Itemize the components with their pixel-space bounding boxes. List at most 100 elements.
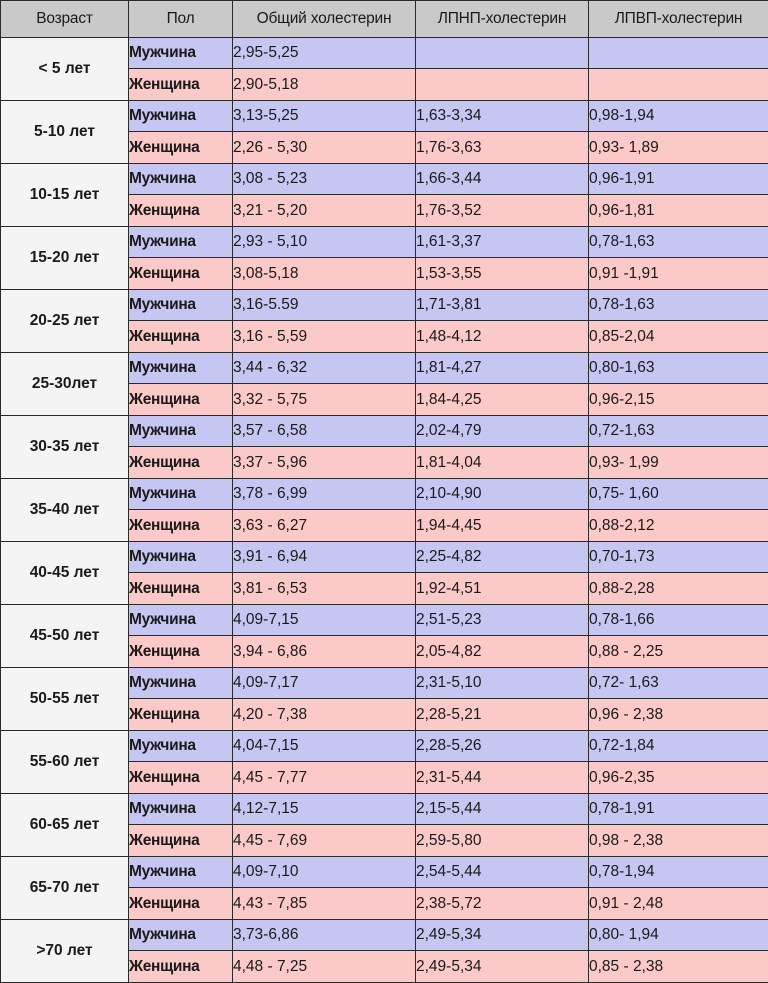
gender-cell-female: Женщина [129, 510, 233, 542]
age-group-cell: 45-50 лет [1, 605, 129, 668]
gender-cell-female: Женщина [129, 258, 233, 290]
total-cholesterol-value: 2,95-5,25 [233, 38, 416, 69]
ldl-cholesterol-value: 2,05-4,82 [416, 636, 589, 668]
total-cholesterol-value: 3,32 - 5,75 [233, 384, 416, 416]
hdl-cholesterol-value: 0,80- 1,94 [589, 920, 768, 951]
hdl-cholesterol-value: 0,72- 1,63 [589, 668, 768, 699]
ldl-cholesterol-value: 2,59-5,80 [416, 825, 589, 857]
hdl-cholesterol-value: 0,78-1,63 [589, 227, 768, 258]
total-cholesterol-value: 4,09-7,17 [233, 668, 416, 699]
total-cholesterol-value: 4,04-7,15 [233, 731, 416, 762]
age-group-cell: 55-60 лет [1, 731, 129, 794]
column-header-total-cholesterol: Общий холестерин [233, 1, 416, 38]
gender-cell-female: Женщина [129, 762, 233, 794]
total-cholesterol-value: 3,81 - 6,53 [233, 573, 416, 605]
hdl-cholesterol-value: 0,96-1,91 [589, 164, 768, 195]
hdl-cholesterol-value: 0,72-1,84 [589, 731, 768, 762]
total-cholesterol-value: 3,91 - 6,94 [233, 542, 416, 573]
ldl-cholesterol-value: 1,81-4,27 [416, 353, 589, 384]
total-cholesterol-value: 2,26 - 5,30 [233, 132, 416, 164]
table-row: 50-55 летМужчина4,09-7,172,31-5,100,72- … [1, 668, 768, 699]
ldl-cholesterol-value: 1,48-4,12 [416, 321, 589, 353]
hdl-cholesterol-value [589, 69, 768, 101]
table-row: 35-40 летМужчина3,78 - 6,992,10-4,900,75… [1, 479, 768, 510]
table-row: 45-50 летМужчина4,09-7,152,51-5,230,78-1… [1, 605, 768, 636]
age-group-cell: 65-70 лет [1, 857, 129, 920]
ldl-cholesterol-value: 2,49-5,34 [416, 951, 589, 983]
hdl-cholesterol-value: 0,78-1,94 [589, 857, 768, 888]
gender-cell-male: Мужчина [129, 227, 233, 258]
hdl-cholesterol-value: 0,78-1,63 [589, 290, 768, 321]
gender-cell-male: Мужчина [129, 605, 233, 636]
age-group-cell: 60-65 лет [1, 794, 129, 857]
hdl-cholesterol-value: 0,78-1,91 [589, 794, 768, 825]
ldl-cholesterol-value: 2,15-5,44 [416, 794, 589, 825]
gender-cell-male: Мужчина [129, 38, 233, 69]
total-cholesterol-value: 4,09-7,15 [233, 605, 416, 636]
table-row: 40-45 летМужчина3,91 - 6,942,25-4,820,70… [1, 542, 768, 573]
total-cholesterol-value: 4,48 - 7,25 [233, 951, 416, 983]
total-cholesterol-value: 4,45 - 7,69 [233, 825, 416, 857]
total-cholesterol-value: 4,43 - 7,85 [233, 888, 416, 920]
gender-cell-male: Мужчина [129, 920, 233, 951]
age-group-cell: 40-45 лет [1, 542, 129, 605]
hdl-cholesterol-value: 0,85-2,04 [589, 321, 768, 353]
gender-cell-female: Женщина [129, 825, 233, 857]
total-cholesterol-value: 4,20 - 7,38 [233, 699, 416, 731]
ldl-cholesterol-value [416, 69, 589, 101]
age-group-cell: < 5 лет [1, 38, 129, 101]
gender-cell-female: Женщина [129, 951, 233, 983]
ldl-cholesterol-value: 2,54-5,44 [416, 857, 589, 888]
hdl-cholesterol-value: 0,91 -1,91 [589, 258, 768, 290]
gender-cell-female: Женщина [129, 69, 233, 101]
column-header-age: Возраст [1, 1, 129, 38]
gender-cell-female: Женщина [129, 195, 233, 227]
gender-cell-female: Женщина [129, 636, 233, 668]
age-group-cell: 30-35 лет [1, 416, 129, 479]
table-row: 25-30летМужчина3,44 - 6,321,81-4,270,80-… [1, 353, 768, 384]
gender-cell-male: Мужчина [129, 101, 233, 132]
gender-cell-male: Мужчина [129, 731, 233, 762]
hdl-cholesterol-value: 0,85 - 2,38 [589, 951, 768, 983]
age-group-cell: 35-40 лет [1, 479, 129, 542]
ldl-cholesterol-value: 1,61-3,37 [416, 227, 589, 258]
total-cholesterol-value: 3,13-5,25 [233, 101, 416, 132]
table-row: 5-10 летМужчина3,13-5,251,63-3,340,98-1,… [1, 101, 768, 132]
ldl-cholesterol-value: 2,28-5,26 [416, 731, 589, 762]
ldl-cholesterol-value: 2,49-5,34 [416, 920, 589, 951]
hdl-cholesterol-value: 0,88 - 2,25 [589, 636, 768, 668]
age-group-cell: 25-30лет [1, 353, 129, 416]
gender-cell-male: Мужчина [129, 794, 233, 825]
hdl-cholesterol-value: 0,93- 1,89 [589, 132, 768, 164]
column-header-hdl-cholesterol: ЛПВП-холестерин [589, 1, 768, 38]
ldl-cholesterol-value: 2,28-5,21 [416, 699, 589, 731]
gender-cell-female: Женщина [129, 132, 233, 164]
age-group-cell: 50-55 лет [1, 668, 129, 731]
ldl-cholesterol-value: 1,53-3,55 [416, 258, 589, 290]
total-cholesterol-value: 3,78 - 6,99 [233, 479, 416, 510]
ldl-cholesterol-value: 2,31-5,10 [416, 668, 589, 699]
ldl-cholesterol-value: 1,66-3,44 [416, 164, 589, 195]
ldl-cholesterol-value: 1,71-3,81 [416, 290, 589, 321]
cholesterol-reference-table: Возраст Пол Общий холестерин ЛПНП-холест… [0, 0, 768, 983]
total-cholesterol-value: 3,63 - 6,27 [233, 510, 416, 542]
total-cholesterol-value: 3,73-6,86 [233, 920, 416, 951]
total-cholesterol-value: 4,45 - 7,77 [233, 762, 416, 794]
total-cholesterol-value: 3,94 - 6,86 [233, 636, 416, 668]
ldl-cholesterol-value: 2,10-4,90 [416, 479, 589, 510]
hdl-cholesterol-value: 0,96 - 2,38 [589, 699, 768, 731]
ldl-cholesterol-value: 2,31-5,44 [416, 762, 589, 794]
hdl-cholesterol-value: 0,93- 1,99 [589, 447, 768, 479]
gender-cell-female: Женщина [129, 888, 233, 920]
total-cholesterol-value: 3,08 - 5,23 [233, 164, 416, 195]
hdl-cholesterol-value: 0,96-2,35 [589, 762, 768, 794]
gender-cell-female: Женщина [129, 699, 233, 731]
ldl-cholesterol-value: 1,92-4,51 [416, 573, 589, 605]
age-group-cell: 15-20 лет [1, 227, 129, 290]
hdl-cholesterol-value: 0,80-1,63 [589, 353, 768, 384]
total-cholesterol-value: 3,57 - 6,58 [233, 416, 416, 447]
age-group-cell: 20-25 лет [1, 290, 129, 353]
total-cholesterol-value: 3,44 - 6,32 [233, 353, 416, 384]
table-header-row: Возраст Пол Общий холестерин ЛПНП-холест… [1, 1, 768, 38]
ldl-cholesterol-value: 2,51-5,23 [416, 605, 589, 636]
